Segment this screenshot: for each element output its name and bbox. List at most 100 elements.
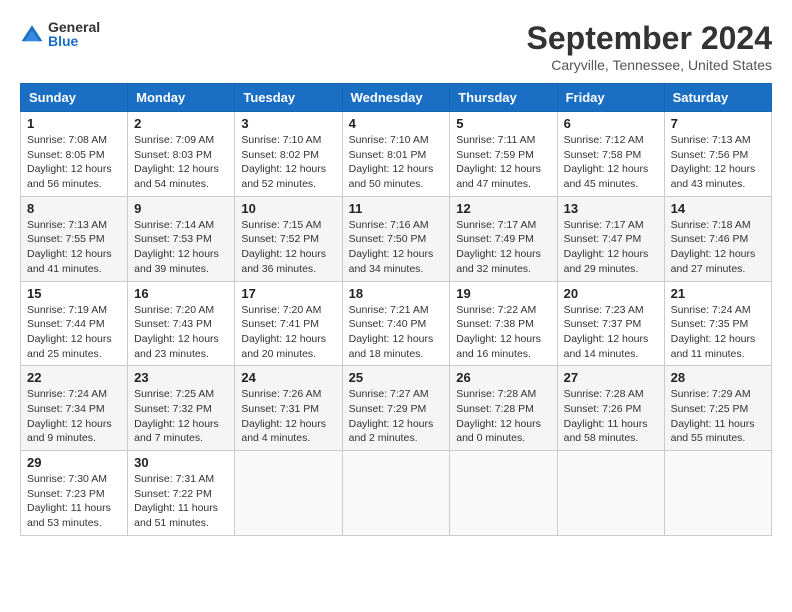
day-number: 7: [671, 116, 765, 131]
calendar-week-row: 8 Sunrise: 7:13 AM Sunset: 7:55 PM Daylig…: [21, 196, 772, 281]
weekday-header-friday: Friday: [557, 84, 664, 112]
calendar-cell: 17 Sunrise: 7:20 AM Sunset: 7:41 PM Dayli…: [235, 281, 342, 366]
calendar-cell: 21 Sunrise: 7:24 AM Sunset: 7:35 PM Dayli…: [664, 281, 771, 366]
day-number: 23: [134, 370, 228, 385]
day-number: 13: [564, 201, 658, 216]
day-info: Sunrise: 7:15 AM Sunset: 7:52 PM Dayligh…: [241, 218, 335, 277]
calendar-cell: 12 Sunrise: 7:17 AM Sunset: 7:49 PM Dayli…: [450, 196, 557, 281]
day-number: 28: [671, 370, 765, 385]
day-info: Sunrise: 7:10 AM Sunset: 8:01 PM Dayligh…: [349, 133, 444, 192]
location-text: Caryville, Tennessee, United States: [527, 57, 772, 73]
day-number: 1: [27, 116, 121, 131]
day-number: 25: [349, 370, 444, 385]
calendar-cell: 18Sunrise: 7:21 AM Sunset: 7:40 PM Dayli…: [342, 281, 450, 366]
day-info: Sunrise: 7:20 AM Sunset: 7:41 PM Dayligh…: [241, 303, 335, 362]
day-info: Sunrise: 7:23 AM Sunset: 7:37 PM Dayligh…: [564, 303, 658, 362]
calendar-cell: 19 Sunrise: 7:22 AM Sunset: 7:38 PM Dayli…: [450, 281, 557, 366]
day-number: 17: [241, 286, 335, 301]
calendar-cell: 9Sunrise: 7:14 AM Sunset: 7:53 PM Daylig…: [128, 196, 235, 281]
day-number: 16: [134, 286, 228, 301]
weekday-header-saturday: Saturday: [664, 84, 771, 112]
calendar-week-row: 15Sunrise: 7:19 AM Sunset: 7:44 PM Dayli…: [21, 281, 772, 366]
logo-blue-text: Blue: [48, 34, 100, 48]
day-number: 21: [671, 286, 765, 301]
day-number: 26: [456, 370, 550, 385]
calendar-cell: 26 Sunrise: 7:28 AM Sunset: 7:28 PM Dayli…: [450, 366, 557, 451]
calendar-cell: 10 Sunrise: 7:15 AM Sunset: 7:52 PM Dayli…: [235, 196, 342, 281]
calendar-week-row: 1 Sunrise: 7:08 AM Sunset: 8:05 PM Daylig…: [21, 112, 772, 197]
calendar-week-row: 22 Sunrise: 7:24 AM Sunset: 7:34 PM Dayli…: [21, 366, 772, 451]
day-info: Sunrise: 7:24 AM Sunset: 7:35 PM Dayligh…: [671, 303, 765, 362]
day-number: 11: [349, 201, 444, 216]
day-number: 29: [27, 455, 121, 470]
calendar-cell: 29 Sunrise: 7:30 AM Sunset: 7:23 PM Dayli…: [21, 451, 128, 536]
day-info: Sunrise: 7:28 AM Sunset: 7:28 PM Dayligh…: [456, 387, 550, 446]
day-number: 9: [134, 201, 228, 216]
day-number: 30: [134, 455, 228, 470]
calendar-cell: 14Sunrise: 7:18 AM Sunset: 7:46 PM Dayli…: [664, 196, 771, 281]
day-info: Sunrise: 7:20 AM Sunset: 7:43 PM Dayligh…: [134, 303, 228, 362]
day-number: 10: [241, 201, 335, 216]
day-info: Sunrise: 7:09 AM Sunset: 8:03 PM Dayligh…: [134, 133, 228, 192]
day-info: Sunrise: 7:31 AM Sunset: 7:22 PM Dayligh…: [134, 472, 228, 531]
day-number: 18: [349, 286, 444, 301]
day-info: Sunrise: 7:16 AM Sunset: 7:50 PM Dayligh…: [349, 218, 444, 277]
calendar-cell: 30 Sunrise: 7:31 AM Sunset: 7:22 PM Dayli…: [128, 451, 235, 536]
day-info: Sunrise: 7:24 AM Sunset: 7:34 PM Dayligh…: [27, 387, 121, 446]
day-info: Sunrise: 7:13 AM Sunset: 7:56 PM Dayligh…: [671, 133, 765, 192]
day-number: 20: [564, 286, 658, 301]
logo-icon: [20, 22, 44, 46]
logo-general-text: General: [48, 20, 100, 34]
page-header: General Blue September 2024 Caryville, T…: [20, 20, 772, 73]
day-number: 19: [456, 286, 550, 301]
calendar-cell: 25 Sunrise: 7:27 AM Sunset: 7:29 PM Dayli…: [342, 366, 450, 451]
day-info: Sunrise: 7:17 AM Sunset: 7:49 PM Dayligh…: [456, 218, 550, 277]
day-info: Sunrise: 7:17 AM Sunset: 7:47 PM Dayligh…: [564, 218, 658, 277]
calendar-cell: 24 Sunrise: 7:26 AM Sunset: 7:31 PM Dayli…: [235, 366, 342, 451]
day-number: 5: [456, 116, 550, 131]
calendar-cell: 11 Sunrise: 7:16 AM Sunset: 7:50 PM Dayli…: [342, 196, 450, 281]
calendar-cell: [450, 451, 557, 536]
weekday-header-row: SundayMondayTuesdayWednesdayThursdayFrid…: [21, 84, 772, 112]
day-info: Sunrise: 7:27 AM Sunset: 7:29 PM Dayligh…: [349, 387, 444, 446]
day-info: Sunrise: 7:22 AM Sunset: 7:38 PM Dayligh…: [456, 303, 550, 362]
calendar-cell: [235, 451, 342, 536]
day-number: 3: [241, 116, 335, 131]
calendar-cell: 3 Sunrise: 7:10 AM Sunset: 8:02 PM Daylig…: [235, 112, 342, 197]
day-number: 8: [27, 201, 121, 216]
weekday-header-tuesday: Tuesday: [235, 84, 342, 112]
day-info: Sunrise: 7:13 AM Sunset: 7:55 PM Dayligh…: [27, 218, 121, 277]
calendar-table: SundayMondayTuesdayWednesdayThursdayFrid…: [20, 83, 772, 536]
day-number: 4: [349, 116, 444, 131]
logo: General Blue: [20, 20, 100, 48]
day-number: 24: [241, 370, 335, 385]
calendar-cell: 15Sunrise: 7:19 AM Sunset: 7:44 PM Dayli…: [21, 281, 128, 366]
calendar-week-row: 29 Sunrise: 7:30 AM Sunset: 7:23 PM Dayli…: [21, 451, 772, 536]
calendar-cell: 5 Sunrise: 7:11 AM Sunset: 7:59 PM Daylig…: [450, 112, 557, 197]
calendar-cell: 8 Sunrise: 7:13 AM Sunset: 7:55 PM Daylig…: [21, 196, 128, 281]
day-info: Sunrise: 7:26 AM Sunset: 7:31 PM Dayligh…: [241, 387, 335, 446]
day-info: Sunrise: 7:29 AM Sunset: 7:25 PM Dayligh…: [671, 387, 765, 446]
calendar-cell: 20 Sunrise: 7:23 AM Sunset: 7:37 PM Dayli…: [557, 281, 664, 366]
weekday-header-wednesday: Wednesday: [342, 84, 450, 112]
calendar-cell: [664, 451, 771, 536]
calendar-cell: 28 Sunrise: 7:29 AM Sunset: 7:25 PM Dayli…: [664, 366, 771, 451]
calendar-cell: 13 Sunrise: 7:17 AM Sunset: 7:47 PM Dayli…: [557, 196, 664, 281]
month-title: September 2024: [527, 20, 772, 57]
day-info: Sunrise: 7:25 AM Sunset: 7:32 PM Dayligh…: [134, 387, 228, 446]
day-info: Sunrise: 7:11 AM Sunset: 7:59 PM Dayligh…: [456, 133, 550, 192]
calendar-cell: 7 Sunrise: 7:13 AM Sunset: 7:56 PM Daylig…: [664, 112, 771, 197]
day-number: 22: [27, 370, 121, 385]
day-info: Sunrise: 7:08 AM Sunset: 8:05 PM Dayligh…: [27, 133, 121, 192]
calendar-cell: 4 Sunrise: 7:10 AM Sunset: 8:01 PM Daylig…: [342, 112, 450, 197]
day-info: Sunrise: 7:30 AM Sunset: 7:23 PM Dayligh…: [27, 472, 121, 531]
day-number: 12: [456, 201, 550, 216]
calendar-cell: 1 Sunrise: 7:08 AM Sunset: 8:05 PM Daylig…: [21, 112, 128, 197]
day-info: Sunrise: 7:12 AM Sunset: 7:58 PM Dayligh…: [564, 133, 658, 192]
calendar-cell: 6Sunrise: 7:12 AM Sunset: 7:58 PM Daylig…: [557, 112, 664, 197]
calendar-cell: 16 Sunrise: 7:20 AM Sunset: 7:43 PM Dayli…: [128, 281, 235, 366]
day-number: 27: [564, 370, 658, 385]
day-number: 14: [671, 201, 765, 216]
calendar-cell: 27Sunrise: 7:28 AM Sunset: 7:26 PM Dayli…: [557, 366, 664, 451]
day-info: Sunrise: 7:10 AM Sunset: 8:02 PM Dayligh…: [241, 133, 335, 192]
